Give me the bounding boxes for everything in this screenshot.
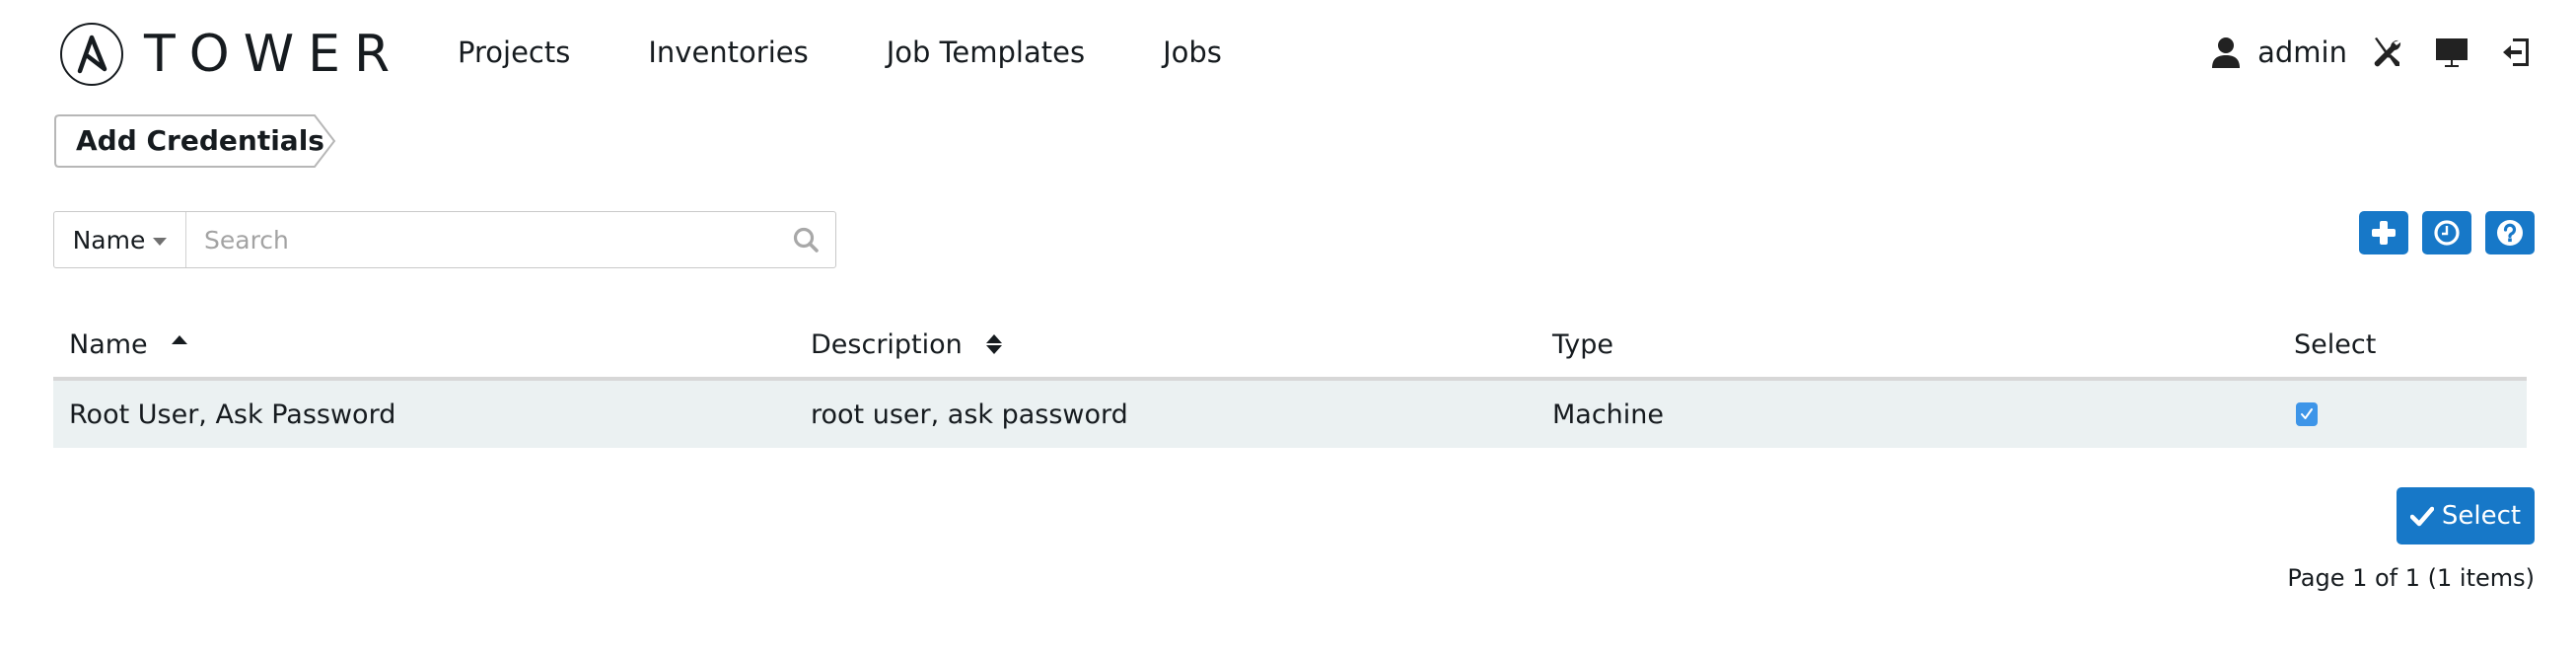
search-field-label: Name [72,225,146,254]
search-icon[interactable] [786,212,825,267]
add-button[interactable] [2359,211,2408,254]
breadcrumb-current: Add Credentials [76,124,324,157]
credentials-table: Name Description Type Select Root User, … [53,312,2527,448]
tools-icon[interactable] [2369,35,2404,70]
pagination-info: Page 1 of 1 (1 items) [2287,564,2535,592]
cell-type: Machine [1552,399,1665,430]
monitor-icon[interactable] [2434,35,2469,70]
column-label: Description [811,328,963,360]
user-icon[interactable] [2208,35,2244,70]
check-icon [2409,506,2434,527]
header-tools: admin [2208,28,2535,77]
logout-icon[interactable] [2499,35,2535,70]
row-select-checkbox[interactable] [2296,402,2318,426]
question-icon [2497,220,2523,246]
activity-stream-button[interactable] [2422,211,2471,254]
cell-select [2278,402,2527,426]
caret-down-icon [153,237,168,246]
nav-job-templates[interactable]: Job Templates [887,28,1085,77]
user-name-link[interactable]: admin [2257,36,2347,69]
brand-name: TOWER [144,25,404,84]
sort-icon [985,334,1002,354]
nav-jobs[interactable]: Jobs [1163,28,1222,77]
tower-logo[interactable]: TOWER [59,20,403,89]
table-row[interactable]: Root User, Ask Password root user, ask p… [53,381,2527,448]
column-header-type: Type [1537,329,2278,360]
search-input[interactable] [186,212,786,267]
select-button[interactable]: Select [2397,487,2535,544]
column-label: Select [2294,328,2377,360]
plus-icon [2372,221,2396,245]
nav-projects[interactable]: Projects [458,28,570,77]
column-label: Name [69,328,148,360]
search-bar: Name [53,211,836,268]
select-button-label: Select [2441,501,2522,531]
nav-inventories[interactable]: Inventories [648,28,808,77]
main-nav: Projects Inventories Job Templates Jobs [458,28,1222,77]
column-header-description[interactable]: Description [795,329,1537,360]
table-header: Name Description Type Select [53,312,2527,381]
checkmark-icon [2301,408,2313,419]
column-header-name[interactable]: Name [53,329,795,360]
help-button[interactable] [2485,211,2535,254]
column-label: Type [1552,328,1614,360]
cell-description: root user, ask password [811,399,1128,430]
list-actions [2359,211,2535,254]
search-field-dropdown[interactable]: Name [54,212,186,267]
ansible-logo-icon [60,23,123,86]
sort-ascending-icon [171,334,187,344]
clock-icon [2434,220,2460,246]
column-header-select: Select [2278,329,2527,360]
cell-name: Root User, Ask Password [69,399,396,430]
